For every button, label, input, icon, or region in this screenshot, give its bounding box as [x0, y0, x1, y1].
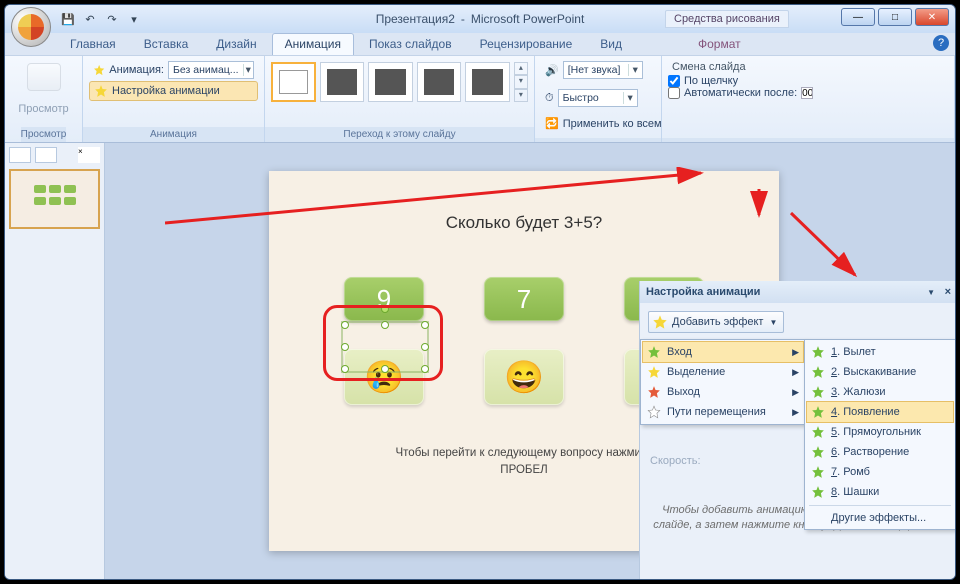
tab-animation[interactable]: Анимация — [272, 33, 354, 55]
window-minimize[interactable]: — — [841, 8, 875, 26]
qat-undo[interactable]: ↶ — [81, 10, 99, 28]
ribbon-group-animation: Анимация: Без анимац...▾ Настройка анима… — [83, 56, 265, 142]
emoji-happy[interactable]: 😄 — [484, 349, 564, 405]
ribbon-group-preview: Просмотр Просмотр — [5, 56, 83, 142]
context-tools-label: Средства рисования — [665, 10, 789, 28]
tab-design[interactable]: Дизайн — [203, 33, 269, 55]
effect-peek-in[interactable]: 2. Выскакивание — [807, 362, 953, 382]
transition-sound[interactable]: 🔊 [Нет звука]▾ — [541, 59, 655, 81]
slide-title: Сколько будет 3+5? — [269, 213, 779, 233]
ribbon-group-transition: ▴▾▾ Переход к этому слайду — [265, 56, 535, 142]
custom-animation-button[interactable]: Настройка анимации — [89, 81, 258, 101]
qat-customize[interactable]: ▾ — [125, 10, 143, 28]
menu-exit[interactable]: Выход▶ — [643, 382, 803, 402]
effect-fly-in[interactable]: 1. Вылет — [807, 342, 953, 362]
on-click-checkbox[interactable]: По щелчку — [668, 75, 948, 87]
animation-task-pane: Настройка анимации ▼ × Добавить эффект ▼… — [639, 281, 955, 579]
window-maximize[interactable]: □ — [878, 8, 912, 26]
taskpane-menu[interactable]: ▼ — [927, 288, 935, 297]
effect-dissolve[interactable]: 6. Растворение — [807, 442, 953, 462]
gallery-up[interactable]: ▴ — [514, 62, 528, 75]
more-effects[interactable]: Другие эффекты... — [807, 509, 953, 527]
add-effect-button[interactable]: Добавить эффект ▼ — [648, 311, 784, 333]
menu-motion-paths[interactable]: Пути перемещения▶ — [643, 402, 803, 422]
effect-checkerboard[interactable]: 8. Шашки — [807, 482, 953, 502]
ribbon-group-transition-opts: 🔊 [Нет звука]▾ ⏱ Быстро▾ 🔁 Применить ко … — [535, 56, 662, 142]
gallery-more[interactable]: ▾ — [514, 89, 528, 102]
effect-diamond[interactable]: 7. Ромб — [807, 462, 953, 482]
doc-title: Презентация2 — [376, 12, 455, 26]
effect-box[interactable]: 5. Прямоугольник — [807, 422, 953, 442]
transition-5[interactable] — [465, 62, 510, 102]
gallery-down[interactable]: ▾ — [514, 75, 528, 88]
tab-home[interactable]: Главная — [57, 33, 129, 55]
ribbon-group-advance: Смена слайда По щелчку Автоматически пос… — [662, 56, 955, 142]
qat-redo[interactable]: ↷ — [103, 10, 121, 28]
tab-slideshow[interactable]: Показ слайдов — [356, 33, 465, 55]
taskpane-close[interactable]: × — [945, 286, 951, 298]
taskpane-title: Настройка анимации — [646, 286, 760, 298]
effect-appear[interactable]: 4. Появление — [806, 401, 954, 423]
preview-icon[interactable] — [27, 63, 61, 91]
auto-after-time[interactable] — [801, 87, 813, 99]
window-close[interactable]: ✕ — [915, 8, 949, 26]
app-title: Microsoft PowerPoint — [471, 12, 584, 26]
transition-2[interactable] — [320, 62, 365, 102]
slide-thumbnail-pane: × 1 — [5, 143, 105, 579]
thumb-tab-slides[interactable] — [9, 147, 31, 163]
preview-label: Просмотр — [18, 103, 68, 115]
tab-view[interactable]: Вид — [587, 33, 635, 55]
office-button[interactable] — [11, 7, 51, 47]
tab-format[interactable]: Формат — [685, 33, 754, 51]
transition-4[interactable] — [417, 62, 462, 102]
advance-title: Смена слайда — [668, 59, 948, 75]
entrance-effects-menu: 1. Вылет 2. Выскакивание 3. Жалюзи 4. По… — [804, 339, 956, 530]
ribbon-tabs: Главная Вставка Дизайн Анимация Показ сл… — [5, 33, 955, 55]
tab-insert[interactable]: Вставка — [131, 33, 202, 55]
menu-entrance[interactable]: Вход▶ — [642, 341, 804, 363]
thumb-tab-outline[interactable] — [35, 147, 57, 163]
add-effect-menu: Вход▶ Выделение▶ Выход▶ Пути перемещения… — [640, 339, 806, 425]
menu-emphasis[interactable]: Выделение▶ — [643, 362, 803, 382]
animation-combo[interactable]: Анимация: Без анимац...▾ — [89, 59, 258, 81]
transition-none[interactable] — [271, 62, 316, 102]
auto-after-checkbox[interactable]: Автоматически после: — [668, 87, 948, 99]
thumb-pane-close[interactable]: × — [78, 147, 100, 163]
answer-7[interactable]: 7 — [484, 277, 564, 321]
apply-to-all[interactable]: 🔁 Применить ко всем — [541, 115, 655, 132]
qat-save[interactable]: 💾 — [59, 10, 77, 28]
effect-blinds[interactable]: 3. Жалюзи — [807, 382, 953, 402]
transition-speed[interactable]: ⏱ Быстро▾ — [541, 87, 655, 109]
tab-review[interactable]: Рецензирование — [467, 33, 586, 55]
annotation-circle — [323, 305, 443, 381]
transition-3[interactable] — [368, 62, 413, 102]
slide-thumbnail-1[interactable] — [9, 169, 100, 229]
